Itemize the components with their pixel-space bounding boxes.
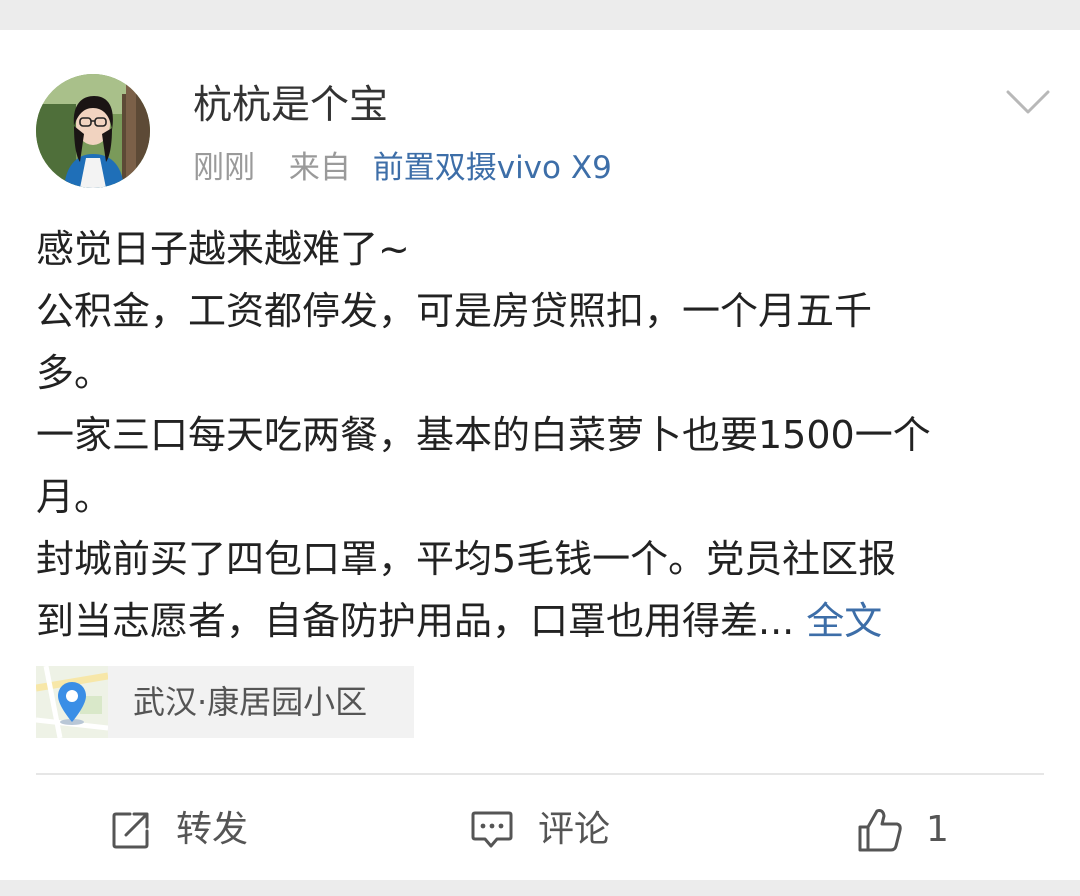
weibo-post-card: 杭杭是个宝 刚刚 来自 前置双摄vivo X9 感觉日子越来越难了~ 公积金，工… [0, 30, 1080, 880]
comment-icon [470, 809, 514, 851]
location-label: 武汉·康居园小区 [133, 683, 368, 721]
like-count: 1 [926, 809, 949, 850]
post-text-line: 封城前买了四包口罩，平均5毛钱一个。党员社区报 [36, 537, 897, 581]
divider [36, 773, 1044, 775]
post-text-line: 多。 [36, 351, 113, 395]
source-label: 来自 [288, 150, 351, 186]
location-tag[interactable]: 武汉·康居园小区 [35, 665, 414, 739]
source-device-link[interactable]: 前置双摄vivo X9 [373, 150, 612, 186]
repost-label: 转发 [176, 809, 249, 850]
chevron-down-icon[interactable] [1004, 86, 1052, 118]
author-name[interactable]: 杭杭是个宝 [193, 82, 388, 130]
post-text-line: 一家三口每天吃两餐，基本的白菜萝卜也要1500一个 [36, 413, 931, 457]
like-button[interactable]: 1 [856, 800, 949, 860]
repost-button[interactable]: 转发 [110, 800, 248, 860]
avatar[interactable] [36, 74, 150, 188]
post-text-line: 月。 [36, 475, 113, 519]
full-text-link[interactable]: 全文 [806, 599, 882, 643]
post-text-line: 感觉日子越来越难了~ [36, 227, 410, 271]
post-text-line: 到当志愿者，自备防护用品，口罩也用得差... [36, 599, 795, 643]
post-body: 感觉日子越来越难了~ 公积金，工资都停发，可是房贷照扣，一个月五千 多。 一家三… [36, 218, 1056, 652]
post-meta: 刚刚 来自 前置双摄vivo X9 [193, 148, 612, 188]
repost-icon [110, 809, 152, 851]
thumbs-up-icon [856, 807, 904, 853]
avatar-photo [36, 74, 150, 188]
post-text-line: 公积金，工资都停发，可是房贷照扣，一个月五千 [36, 289, 873, 333]
comment-button[interactable]: 评论 [470, 800, 610, 860]
post-text-last-line: 到当志愿者，自备防护用品，口罩也用得差... 全文 [36, 590, 1056, 652]
comment-label: 评论 [538, 809, 611, 850]
post-time: 刚刚 [193, 150, 255, 186]
location-pin-icon [35, 665, 109, 739]
